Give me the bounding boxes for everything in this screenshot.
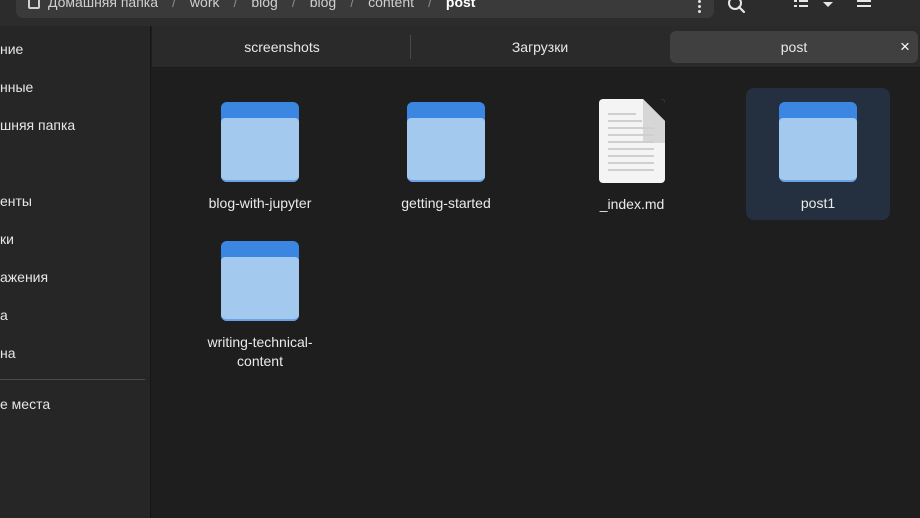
sidebar-item-starred[interactable]: нные <box>0 77 33 97</box>
sidebar: ние нные шняя папка енты ки ажения а на … <box>0 26 151 518</box>
sidebar-item-downloads[interactable]: ки <box>0 229 14 249</box>
folder-icon <box>220 102 300 184</box>
home-icon <box>28 0 40 9</box>
folder-icon <box>778 102 858 184</box>
text-document-icon <box>598 99 666 185</box>
path-separator: / <box>350 0 355 10</box>
file-name: getting-started <box>401 195 491 211</box>
tab-downloads[interactable]: Загрузки <box>412 31 668 63</box>
tab-bar: screenshots Загрузки post × <box>152 26 920 68</box>
file-item[interactable]: _index.md <box>560 88 704 220</box>
file-item[interactable]: blog-with-jupyter <box>188 88 332 220</box>
hamburger-icon <box>857 0 871 7</box>
path-segment-post[interactable]: post <box>446 0 476 10</box>
file-item[interactable]: getting-started <box>374 88 518 220</box>
sidebar-item-other-locations[interactable]: е места <box>0 394 50 414</box>
view-mode-button[interactable] <box>794 0 808 14</box>
tab-label: screenshots <box>244 39 320 55</box>
tab-label: Загрузки <box>511 39 569 55</box>
tab-screenshots[interactable]: screenshots <box>154 31 410 63</box>
close-tab-icon[interactable]: × <box>896 38 914 56</box>
header-bar: Домашняя папка / work / blog / blog / co… <box>0 0 920 26</box>
path-segment-home[interactable]: Домашняя папка <box>48 0 158 10</box>
tab-post[interactable]: post × <box>670 31 918 63</box>
file-name: _index.md <box>599 196 665 212</box>
view-options-button[interactable] <box>822 0 834 14</box>
sidebar-item-documents[interactable]: енты <box>0 191 32 211</box>
tab-divider <box>410 35 411 59</box>
file-name: writing-technical-content <box>207 334 313 369</box>
folder-icon <box>220 241 300 323</box>
path-separator: / <box>428 0 432 10</box>
path-menu-icon[interactable] <box>698 0 702 13</box>
sidebar-item-music[interactable]: а <box>0 305 8 325</box>
path-segment-blog[interactable]: blog <box>251 0 277 10</box>
chevron-down-icon <box>823 2 833 7</box>
file-name: post1 <box>800 195 836 211</box>
file-name: blog-with-jupyter <box>208 195 312 211</box>
sidebar-divider <box>0 379 145 380</box>
sidebar-item-trash[interactable]: на <box>0 343 16 363</box>
path-segment-work[interactable]: work <box>190 0 220 10</box>
path-segment-content[interactable]: content <box>368 0 414 10</box>
file-grid: blog-with-jupyter getting-started _index… <box>152 69 920 518</box>
list-view-icon <box>794 0 808 7</box>
sidebar-item-pictures[interactable]: ажения <box>0 267 48 287</box>
search-icon <box>728 0 746 14</box>
path-bar[interactable]: Домашняя папка / work / blog / blog / co… <box>16 0 714 18</box>
sidebar-item-home[interactable]: шняя папка <box>0 115 75 135</box>
file-item[interactable]: writing-technical-content <box>188 227 332 377</box>
file-item-selected[interactable]: post1 <box>746 88 890 220</box>
main-menu-button[interactable] <box>856 0 872 14</box>
path-segment-blog-2[interactable]: blog <box>310 0 336 10</box>
sidebar-item-recent[interactable]: ние <box>0 39 23 59</box>
path-separator: / <box>172 0 176 10</box>
tab-label: post <box>780 39 808 55</box>
path-separator: / <box>291 0 296 10</box>
folder-icon <box>406 102 486 184</box>
path-separator: / <box>233 0 238 10</box>
search-button[interactable] <box>728 0 746 14</box>
